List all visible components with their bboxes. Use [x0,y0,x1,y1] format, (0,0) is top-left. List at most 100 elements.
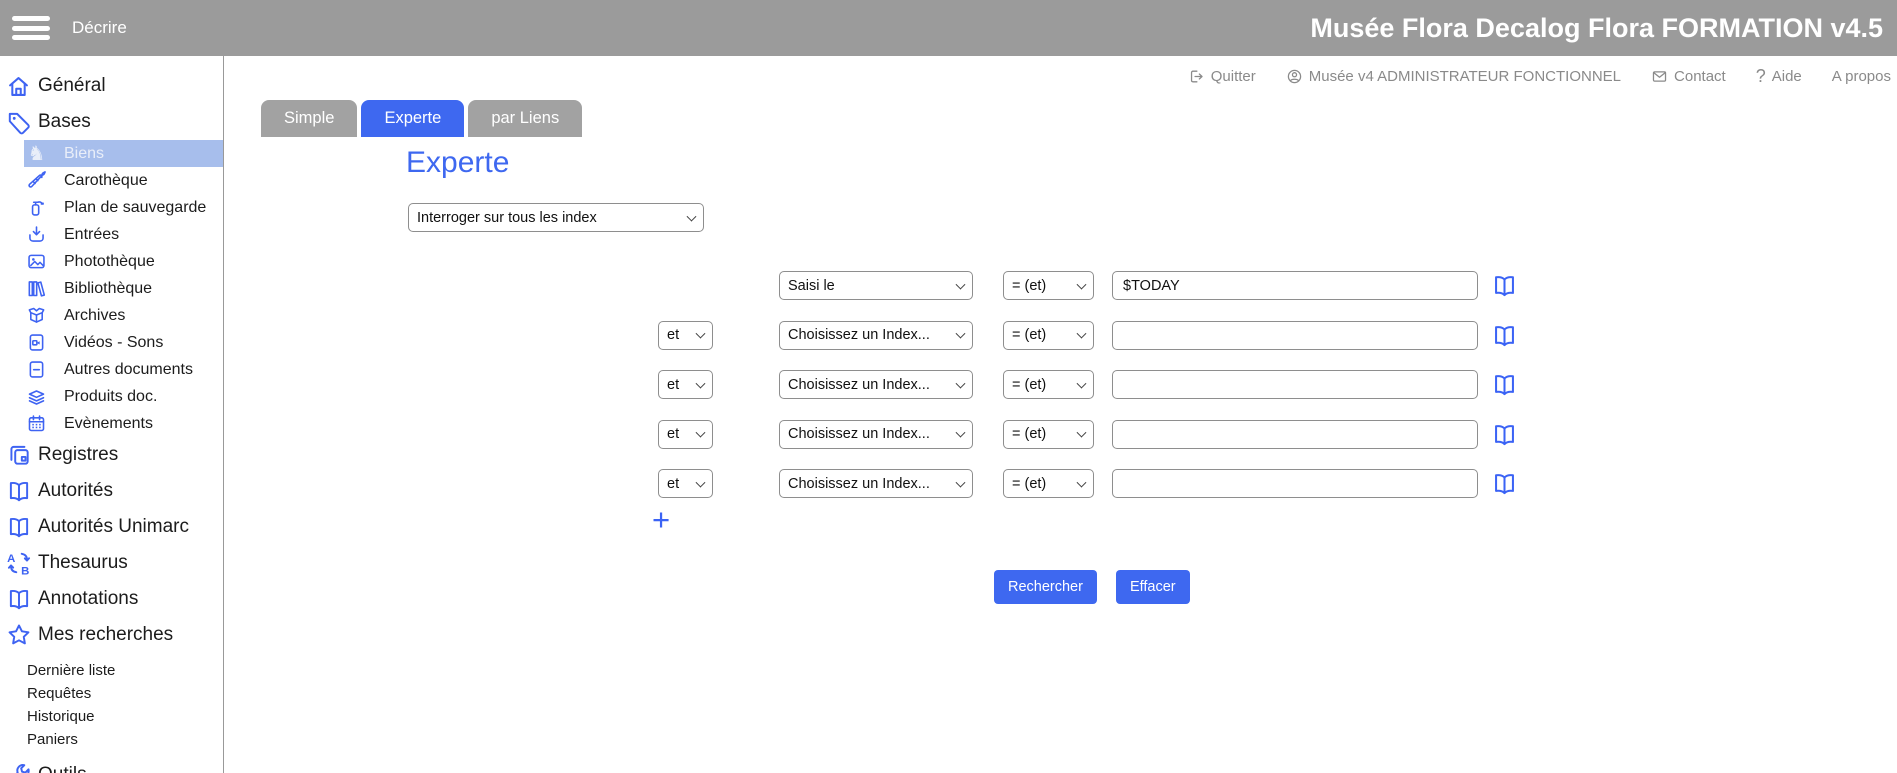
index-browse-icon[interactable] [1491,421,1518,448]
sidebar-item-videos-sons[interactable]: Vidéos - Sons [24,329,223,356]
sidebar-item-outils[interactable]: Outils [0,757,223,773]
sidebar-item-annotations[interactable]: Annotations [0,581,223,617]
sidebar-item-entrees[interactable]: Entrées [24,221,223,248]
sidebar-item-plan-de-sauvegarde[interactable]: Plan de sauvegarde [24,194,223,221]
layers-icon [26,386,47,407]
sidebar-item-mes-recherches[interactable]: Mes recherches [0,617,223,653]
top-bar: Décrire Musée Flora Decalog Flora FORMAT… [0,0,1897,56]
sidebar-item-label: Autorités [38,480,113,502]
bool-operator-select[interactable]: et [658,469,713,498]
utility-bar: Quitter Musée v4 ADMINISTRATEUR FONCTION… [1188,66,1891,87]
sidebar-item-derniere-liste[interactable]: Dernière liste [0,659,223,682]
operator-select-wrap: = (et) [1003,420,1094,449]
sidebar-item-thesaurus[interactable]: AB Thesaurus [0,545,223,581]
sidebar-item-autres-documents[interactable]: Autres documents [24,356,223,383]
index-select-wrap: Saisi le [779,271,973,300]
copies-icon [5,442,32,469]
sidebar-item-label: Plan de sauvegarde [64,199,206,217]
sidebar-item-autorites[interactable]: Autorités [0,473,223,509]
tab-par-liens[interactable]: par Liens [468,100,582,137]
sidebar-item-label: Autorités Unimarc [38,516,189,538]
index-select[interactable]: Choisissez un Index... [779,420,973,449]
search-tabs: Simple Experte par Liens [261,100,582,137]
scope-select[interactable]: Interroger sur tous les index [408,203,704,232]
svg-text:B: B [21,565,29,576]
user-account[interactable]: Musée v4 ADMINISTRATEUR FONCTIONNEL [1286,68,1621,85]
comparison-select[interactable]: = (et) [1003,321,1094,350]
index-browse-icon[interactable] [1491,322,1518,349]
help-label: Aide [1772,68,1802,85]
sidebar-item-label: Annotations [38,588,138,610]
bool-operator-select[interactable]: et [658,321,713,350]
contact-link[interactable]: Contact [1651,68,1726,85]
tab-simple[interactable]: Simple [261,100,357,137]
hamburger-menu-icon[interactable] [12,16,50,40]
index-browse-icon[interactable] [1491,470,1518,497]
quit-link[interactable]: Quitter [1188,68,1256,85]
comparison-select[interactable]: = (et) [1003,370,1094,399]
sidebar-item-label: Biens [64,145,104,163]
index-select[interactable]: Saisi le [779,271,973,300]
index-select[interactable]: Choisissez un Index... [779,469,973,498]
criteria-row: et Choisissez un Index... = (et) [658,321,1518,350]
criteria-row: et Choisissez un Index... = (et) [658,420,1518,449]
clear-button[interactable]: Effacer [1116,570,1190,604]
index-select[interactable]: Choisissez un Index... [779,321,973,350]
search-button[interactable]: Rechercher [994,570,1097,604]
sidebar-item-paniers[interactable]: Paniers [0,728,223,751]
sidebar-item-label: Entrées [64,226,119,244]
criteria-row: et Choisissez un Index... = (et) [658,370,1518,399]
index-browse-icon[interactable] [1491,272,1518,299]
sidebar-item-label: Thesaurus [38,552,128,574]
help-link[interactable]: ? Aide [1756,66,1802,87]
operator-select-wrap: = (et) [1003,469,1094,498]
home-icon [5,73,32,100]
sidebar-item-label: Photothèque [64,253,155,271]
criteria-value-input[interactable] [1112,321,1478,350]
index-select-wrap: Choisissez un Index... [779,469,973,498]
sidebar-item-label: Registres [38,444,118,466]
sidebar-item-biens[interactable]: ♞ Biens [24,140,223,167]
sidebar-item-bibliotheque[interactable]: Bibliothèque [24,275,223,302]
index-select-wrap: Choisissez un Index... [779,370,973,399]
comparison-select[interactable]: = (et) [1003,469,1094,498]
comparison-select[interactable]: = (et) [1003,271,1094,300]
open-box-icon [26,305,47,326]
criteria-value-input[interactable] [1112,420,1478,449]
user-label: Musée v4 ADMINISTRATEUR FONCTIONNEL [1309,68,1621,85]
sidebar-item-historique[interactable]: Historique [0,705,223,728]
bool-select-wrap: et [658,420,713,449]
sidebar-item-registres[interactable]: Registres [0,437,223,473]
sidebar-item-produits-doc[interactable]: Produits doc. [24,383,223,410]
about-link[interactable]: A propos [1832,68,1891,85]
tab-label: Simple [284,109,334,128]
criteria-value-input[interactable] [1112,469,1478,498]
criteria-value-input[interactable] [1112,271,1478,300]
sidebar-item-label: Evènements [64,415,153,433]
bool-operator-select[interactable]: et [658,370,713,399]
app-title: Musée Flora Decalog Flora FORMATION v4.5 [1310,13,1883,44]
bool-operator-select[interactable]: et [658,420,713,449]
translate-icon: AB [5,550,32,577]
operator-select-wrap: = (et) [1003,370,1094,399]
index-select[interactable]: Choisissez un Index... [779,370,973,399]
contact-label: Contact [1674,68,1726,85]
sidebar-item-autorites-unimarc[interactable]: Autorités Unimarc [0,509,223,545]
logout-icon [1188,68,1205,85]
svg-text:A: A [7,553,15,565]
inbox-download-icon [26,224,47,245]
sidebar-item-general[interactable]: Général [0,68,223,104]
criteria-value-input[interactable] [1112,370,1478,399]
criteria-row: Saisi le = (et) [658,271,1518,300]
index-browse-icon[interactable] [1491,371,1518,398]
sidebar-item-carotheque[interactable]: Carothèque [24,167,223,194]
sidebar-item-archives[interactable]: Archives [24,302,223,329]
add-criteria-icon[interactable]: + [652,504,670,535]
sidebar-item-requetes[interactable]: Requêtes [0,682,223,705]
tab-experte[interactable]: Experte [361,100,464,137]
sidebar-item-phototheque[interactable]: Photothèque [24,248,223,275]
sidebar: Général Bases ♞ Biens Carothèque Plan de… [0,56,224,773]
sidebar-item-evenements[interactable]: Evènements [24,410,223,437]
sidebar-item-bases[interactable]: Bases [0,104,223,140]
comparison-select[interactable]: = (et) [1003,420,1094,449]
